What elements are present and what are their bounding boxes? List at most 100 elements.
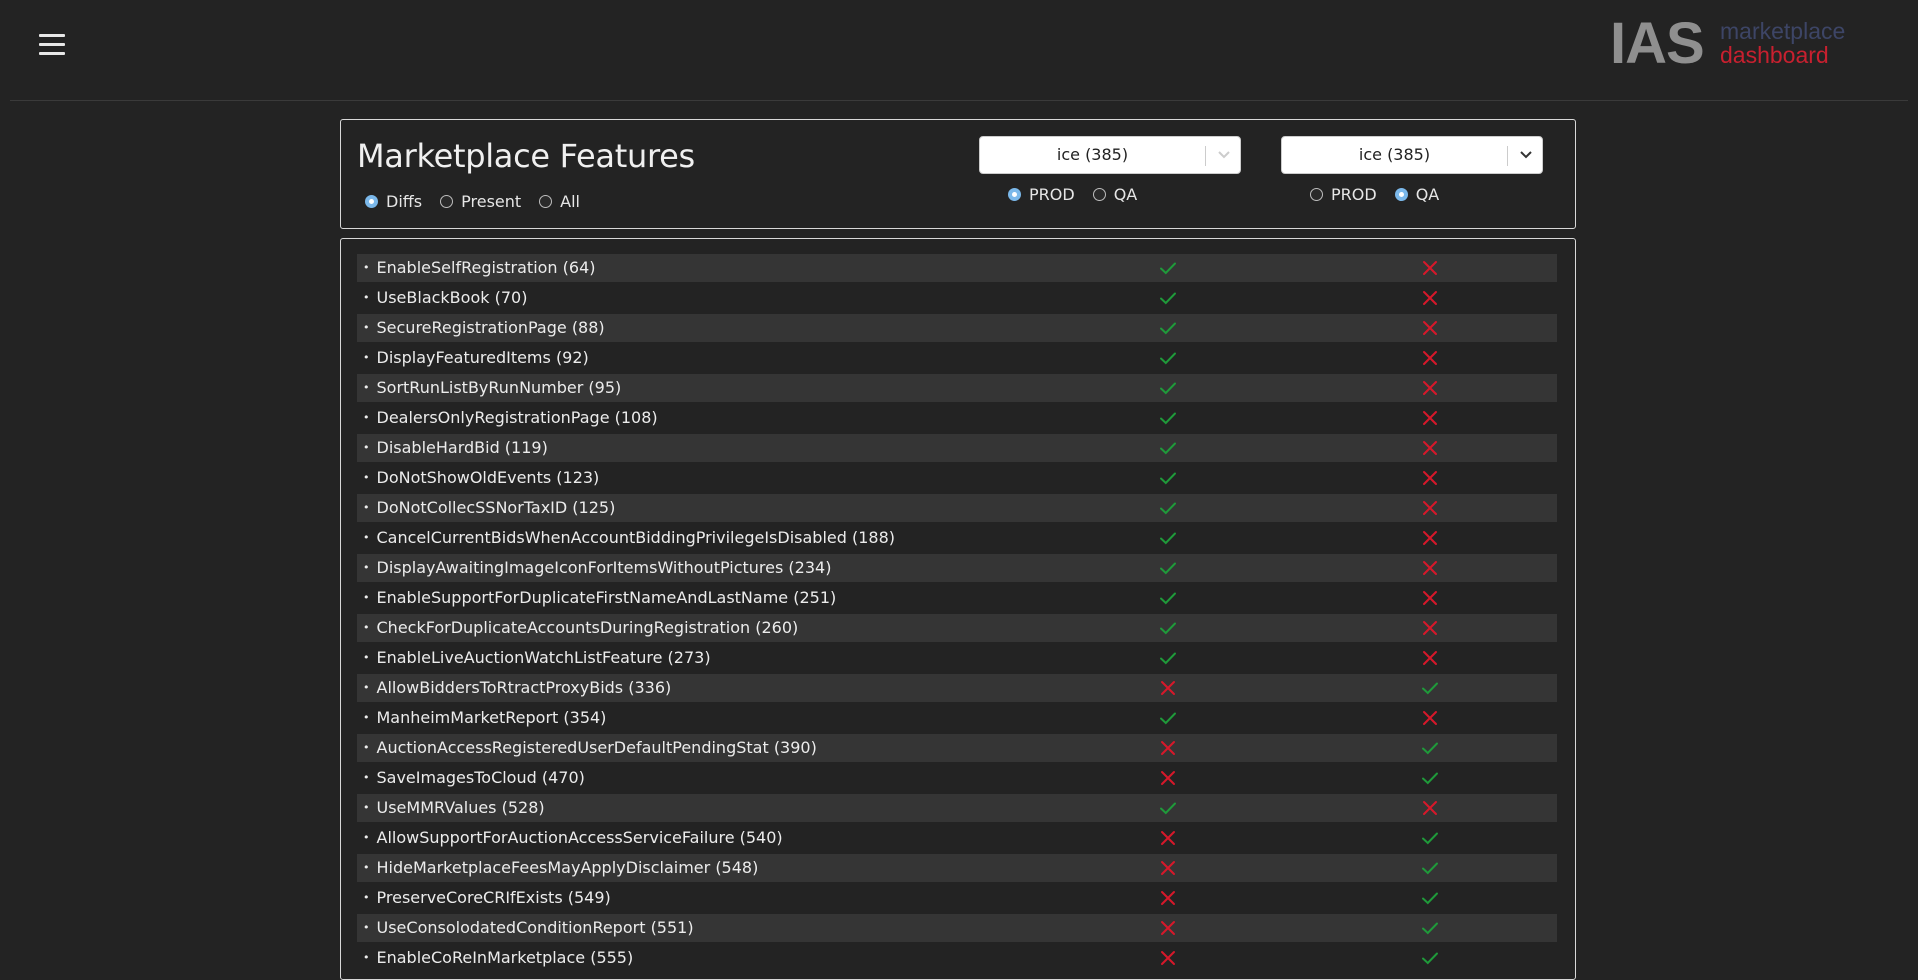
feature-row: PreserveCoreCRIfExists (549) bbox=[357, 884, 1557, 912]
feature-row: DoNotCollecSSNorTaxID (125) bbox=[357, 494, 1557, 522]
cross-icon bbox=[1423, 441, 1437, 455]
cross-icon bbox=[1161, 771, 1175, 785]
check-icon bbox=[1160, 802, 1176, 815]
radio-indicator bbox=[1394, 188, 1408, 201]
feature-name: UseMMRValues (528) bbox=[363, 794, 545, 824]
check-icon bbox=[1160, 592, 1176, 605]
feature-row: EnableLiveAuctionWatchListFeature (273) bbox=[357, 644, 1557, 672]
radio-indicator bbox=[1092, 188, 1106, 201]
hamburger-menu-icon[interactable] bbox=[37, 30, 73, 60]
right-marketplace-select[interactable]: ice (385) bbox=[1281, 136, 1543, 174]
feature-name: EnableCoReInMarketplace (555) bbox=[363, 944, 634, 974]
cross-icon bbox=[1423, 711, 1437, 725]
check-icon bbox=[1422, 772, 1438, 785]
feature-row: UseConsolodatedConditionReport (551) bbox=[357, 914, 1557, 942]
chevron-down-icon[interactable] bbox=[1206, 137, 1241, 173]
feature-row: CheckForDuplicateAccountsDuringRegistrat… bbox=[357, 614, 1557, 642]
left-env-prod-radio[interactable]: PROD bbox=[1008, 185, 1075, 204]
cross-icon bbox=[1423, 321, 1437, 335]
check-icon bbox=[1422, 742, 1438, 755]
feature-row: DisableHardBid (119) bbox=[357, 434, 1557, 462]
cross-icon bbox=[1161, 891, 1175, 905]
cross-icon bbox=[1423, 501, 1437, 515]
cross-icon bbox=[1423, 411, 1437, 425]
logo-brand: IAS bbox=[1610, 11, 1705, 76]
feature-name: EnableSupportForDuplicateFirstNameAndLas… bbox=[363, 584, 837, 614]
feature-row: HideMarketplaceFeesMayApplyDisclaimer (5… bbox=[357, 854, 1557, 882]
check-icon bbox=[1422, 922, 1438, 935]
cross-icon bbox=[1423, 561, 1437, 575]
feature-name: DisplayFeaturedItems (92) bbox=[363, 344, 589, 374]
check-icon bbox=[1160, 352, 1176, 365]
feature-row: EnableSelfRegistration (64) bbox=[357, 254, 1557, 282]
feature-name: DisableHardBid (119) bbox=[363, 434, 548, 464]
check-icon bbox=[1422, 892, 1438, 905]
feature-row: AuctionAccessRegisteredUserDefaultPendin… bbox=[357, 734, 1557, 762]
right-env-group: PROD QA bbox=[1310, 185, 1457, 204]
left-select-value: ice (385) bbox=[1056, 145, 1129, 164]
top-bar: IAS marketplace dashboard bbox=[10, 0, 1908, 101]
feature-name: CheckForDuplicateAccountsDuringRegistrat… bbox=[363, 614, 799, 644]
feature-row: SaveImagesToCloud (470) bbox=[357, 764, 1557, 792]
check-icon bbox=[1160, 442, 1176, 455]
logo-line-marketplace: marketplace bbox=[1720, 18, 1846, 44]
filter-diffs-radio[interactable]: Diffs bbox=[365, 192, 422, 211]
left-env-prod-label: PROD bbox=[1029, 185, 1075, 204]
check-icon bbox=[1160, 652, 1176, 665]
filter-present-radio[interactable]: Present bbox=[440, 192, 521, 211]
feature-row: DealersOnlyRegistrationPage (108) bbox=[357, 404, 1557, 432]
left-env-group: PROD QA bbox=[1008, 185, 1155, 204]
feature-row: ManheimMarketReport (354) bbox=[357, 704, 1557, 732]
cross-icon bbox=[1423, 801, 1437, 815]
cross-icon bbox=[1161, 861, 1175, 875]
feature-name: HideMarketplaceFeesMayApplyDisclaimer (5… bbox=[363, 854, 759, 884]
check-icon bbox=[1422, 952, 1438, 965]
check-icon bbox=[1422, 682, 1438, 695]
feature-row: SecureRegistrationPage (88) bbox=[357, 314, 1557, 342]
cross-icon bbox=[1161, 681, 1175, 695]
cross-icon bbox=[1161, 951, 1175, 965]
feature-row: AllowBiddersToRtractProxyBids (336) bbox=[357, 674, 1557, 702]
check-icon bbox=[1160, 412, 1176, 425]
cross-icon bbox=[1423, 591, 1437, 605]
feature-name: SecureRegistrationPage (88) bbox=[363, 314, 605, 344]
left-env-qa-radio[interactable]: QA bbox=[1092, 185, 1137, 204]
filter-present-label: Present bbox=[461, 192, 522, 211]
right-env-prod-label: PROD bbox=[1331, 185, 1377, 204]
chevron-down-icon[interactable] bbox=[1508, 137, 1543, 173]
feature-name: UseBlackBook (70) bbox=[363, 284, 528, 314]
left-marketplace-select[interactable]: ice (385) bbox=[979, 136, 1241, 174]
feature-name: SortRunListByRunNumber (95) bbox=[363, 374, 622, 404]
radio-indicator bbox=[440, 195, 454, 208]
feature-name: PreserveCoreCRIfExists (549) bbox=[363, 884, 611, 914]
filter-all-label: All bbox=[560, 192, 580, 211]
right-env-qa-radio[interactable]: QA bbox=[1394, 185, 1440, 204]
cross-icon bbox=[1423, 351, 1437, 365]
cross-icon bbox=[1161, 921, 1175, 935]
feature-row: DisplayFeaturedItems (92) bbox=[357, 344, 1557, 372]
check-icon bbox=[1160, 262, 1176, 275]
check-icon bbox=[1422, 862, 1438, 875]
feature-name: AuctionAccessRegisteredUserDefaultPendin… bbox=[363, 734, 817, 764]
feature-name: ManheimMarketReport (354) bbox=[363, 704, 607, 734]
right-env-prod-radio[interactable]: PROD bbox=[1310, 185, 1377, 204]
feature-name: CancelCurrentBidsWhenAccountBiddingPrivi… bbox=[363, 524, 896, 554]
feature-name: AllowSupportForAuctionAccessServiceFailu… bbox=[363, 824, 783, 854]
filter-all-radio[interactable]: All bbox=[539, 192, 580, 211]
radio-indicator bbox=[1310, 188, 1323, 201]
cross-icon bbox=[1423, 621, 1437, 635]
cross-icon bbox=[1423, 531, 1437, 545]
feature-row: UseMMRValues (528) bbox=[357, 794, 1557, 822]
feature-name: DoNotCollecSSNorTaxID (125) bbox=[363, 494, 616, 524]
right-select-value: ice (385) bbox=[1358, 145, 1431, 164]
right-env-qa-label: QA bbox=[1415, 185, 1440, 204]
radio-indicator bbox=[365, 195, 378, 208]
feature-list-panel: EnableSelfRegistration (64)UseBlackBook … bbox=[340, 238, 1576, 980]
filter-diffs-label: Diffs bbox=[386, 192, 423, 211]
radio-indicator bbox=[1008, 188, 1021, 201]
check-icon bbox=[1160, 322, 1176, 335]
check-icon bbox=[1160, 622, 1176, 635]
check-icon bbox=[1422, 832, 1438, 845]
radio-indicator bbox=[539, 195, 553, 208]
cross-icon bbox=[1161, 741, 1175, 755]
